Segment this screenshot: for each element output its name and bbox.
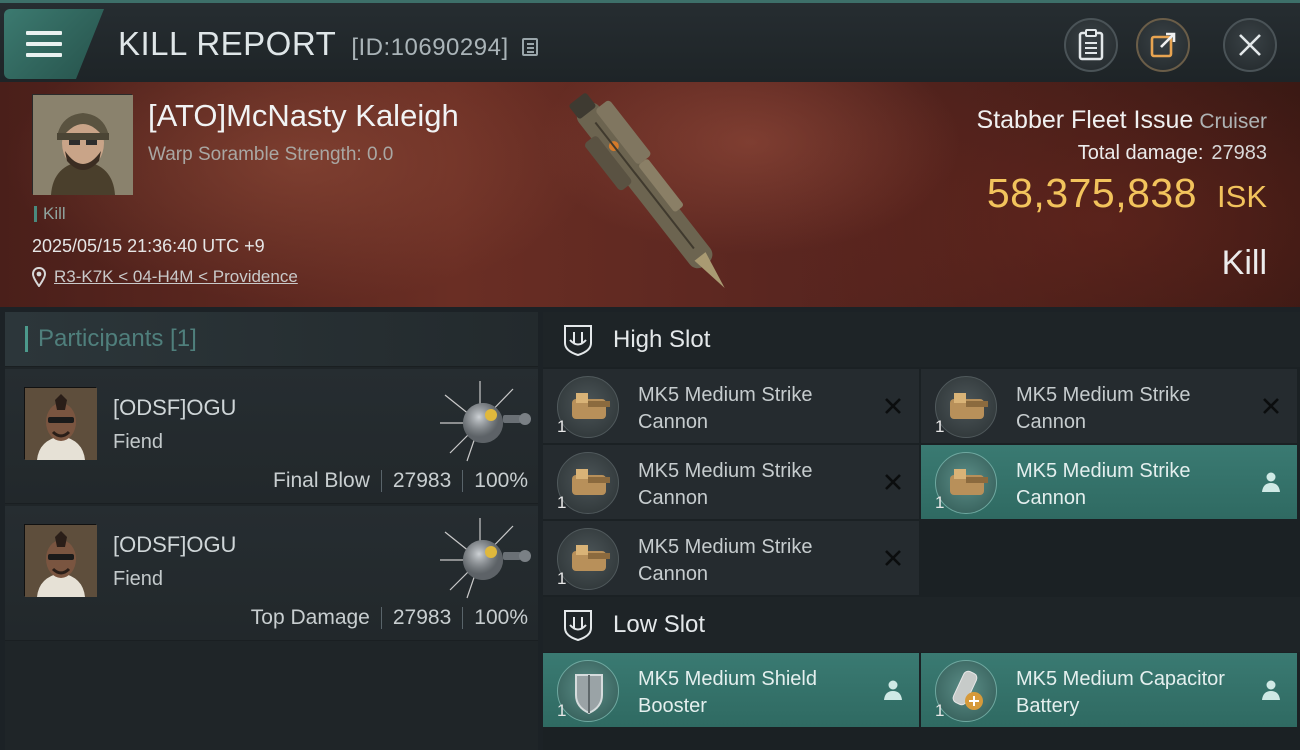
kill-summary-banner: [ATO]McNasty Kaleigh Warp Soramble Stren… [0, 82, 1300, 307]
module-name: MK5 Medium Strike Cannon [638, 536, 813, 585]
clipboard-button[interactable] [1064, 18, 1118, 72]
participant-row[interactable]: [ODSF]OGU Fiend Top Damage 27983 100% [5, 506, 538, 641]
drone-ship-image [440, 381, 531, 462]
participants-header: Participants [1] [5, 312, 538, 367]
x-icon [1263, 398, 1279, 414]
kill-timestamp: 2025/05/15 21:36:40 UTC +9 [32, 236, 265, 256]
participant-row[interactable]: [ODSF]OGU Fiend Final Blow 27983 100% [5, 369, 538, 504]
x-icon [885, 398, 901, 414]
module-quantity: 1 [557, 493, 567, 512]
module-item[interactable]: 1 MK5 Medium Strike Cannon [921, 369, 1297, 443]
copy-icon[interactable] [522, 38, 539, 56]
low-slot-icon [564, 609, 592, 641]
participant-stats: Top Damage 27983 100% [251, 606, 528, 630]
participants-title: Participants [1] [38, 325, 197, 352]
participant-avatar[interactable] [24, 387, 97, 460]
header-accent-bar [25, 326, 28, 352]
share-button[interactable] [1136, 18, 1190, 72]
total-damage: Total damage: 27983 [1078, 142, 1267, 165]
module-quantity: 1 [557, 569, 567, 588]
divider [462, 470, 464, 492]
participant-name[interactable]: [ODSF]OGU [113, 395, 236, 421]
close-icon [1239, 34, 1261, 56]
warp-scramble-strength: Warp Soramble Strength: 0.0 [148, 144, 394, 165]
module-name: MK5 Medium Shield Booster [638, 668, 817, 717]
menu-button[interactable] [4, 9, 104, 79]
participant-role: Final Blow [273, 469, 370, 492]
person-icon [1262, 472, 1280, 492]
module-item[interactable]: 1 MK5 Medium Strike Cannon [543, 521, 919, 595]
person-icon [1262, 680, 1280, 700]
participants-panel: Participants [1] [ODSF]OGU Fiend Final B… [5, 312, 538, 750]
high-slot-label: High Slot [613, 325, 711, 353]
module-name: MK5 Medium Strike Cannon [1016, 384, 1191, 433]
ship-image [569, 93, 725, 288]
divider [380, 607, 382, 629]
module-item[interactable]: 1 MK5 Medium Shield Booster [543, 653, 919, 727]
high-slot-header: High Slot [543, 312, 1300, 367]
location-link[interactable]: R3-K7K < 04-H4M < Providence [32, 267, 298, 287]
x-icon [885, 550, 901, 566]
participant-role: Top Damage [250, 606, 370, 629]
close-button[interactable] [1223, 18, 1277, 72]
participant-percent: 100% [474, 606, 528, 629]
participant-ship: Fiend [113, 568, 164, 590]
total-damage-label: Total damage: [1077, 142, 1204, 164]
total-damage-value: 27983 [1211, 142, 1267, 164]
module-name: MK5 Medium Strike Cannon [638, 460, 813, 509]
module-quantity: 1 [935, 417, 945, 436]
location-text: R3-K7K < 04-H4M < Providence [54, 267, 298, 286]
location-pin-icon [32, 267, 46, 287]
participant-avatar[interactable] [24, 524, 97, 597]
divider [462, 607, 464, 629]
isk-unit: ISK [1217, 179, 1267, 214]
module-item[interactable]: 1 MK5 Medium Strike Cannon [543, 369, 919, 443]
participant-percent: 100% [474, 469, 528, 492]
low-slot-header: Low Slot [543, 597, 1300, 652]
drone-ship-image [440, 518, 531, 599]
report-id: [ID:10690294] [351, 34, 509, 61]
report-result: Kill [1221, 244, 1267, 282]
participant-damage: 27983 [392, 606, 452, 629]
ship-class: Cruiser [1199, 110, 1267, 133]
x-icon [885, 474, 901, 490]
top-bar: KILL REPORT [ID:10690294] [0, 0, 1300, 82]
ship-type: Stabber Fleet Issue [976, 106, 1194, 134]
module-quantity: 1 [557, 701, 567, 720]
divider [380, 470, 382, 492]
module-name: MK5 Medium Capacitor Battery [1016, 668, 1225, 717]
participant-damage: 27983 [392, 469, 452, 492]
clipboard-icon [1078, 29, 1104, 61]
page-title-text: KILL REPORT [118, 25, 336, 62]
module-item[interactable]: 1 MK5 Medium Capacitor Battery [921, 653, 1297, 727]
low-slot-label: Low Slot [613, 610, 706, 638]
high-slot-icon [564, 324, 592, 356]
module-name: MK5 Medium Strike Cannon [1016, 460, 1191, 509]
victim-avatar[interactable] [32, 94, 133, 195]
hamburger-icon [26, 31, 62, 57]
module-item[interactable]: 1 MK5 Medium Strike Cannon [921, 445, 1297, 519]
ship-name[interactable]: Stabber Fleet Issue Cruiser [977, 106, 1267, 135]
person-icon [884, 680, 902, 700]
isk-loss: 58,375,838 ISK [987, 170, 1267, 217]
participant-stats: Final Blow 27983 100% [273, 469, 528, 493]
participant-ship: Fiend [113, 431, 164, 453]
page-title: KILL REPORT [ID:10690294] [118, 25, 539, 63]
share-icon [1150, 32, 1176, 58]
victim-name[interactable]: [ATO]McNasty Kaleigh [148, 98, 459, 134]
isk-value: 58,375,838 [986, 170, 1198, 216]
participant-name[interactable]: [ODSF]OGU [113, 532, 236, 558]
module-name: MK5 Medium Strike Cannon [638, 384, 813, 433]
module-item[interactable]: 1 MK5 Medium Strike Cannon [543, 445, 919, 519]
kill-type-tag: Kill [34, 205, 66, 222]
module-quantity: 1 [557, 417, 567, 436]
module-quantity: 1 [935, 701, 945, 720]
fitting-panel: High Slot 1 MK5 Medium Strike Cannon 1 M… [543, 312, 1300, 750]
module-quantity: 1 [935, 493, 945, 512]
